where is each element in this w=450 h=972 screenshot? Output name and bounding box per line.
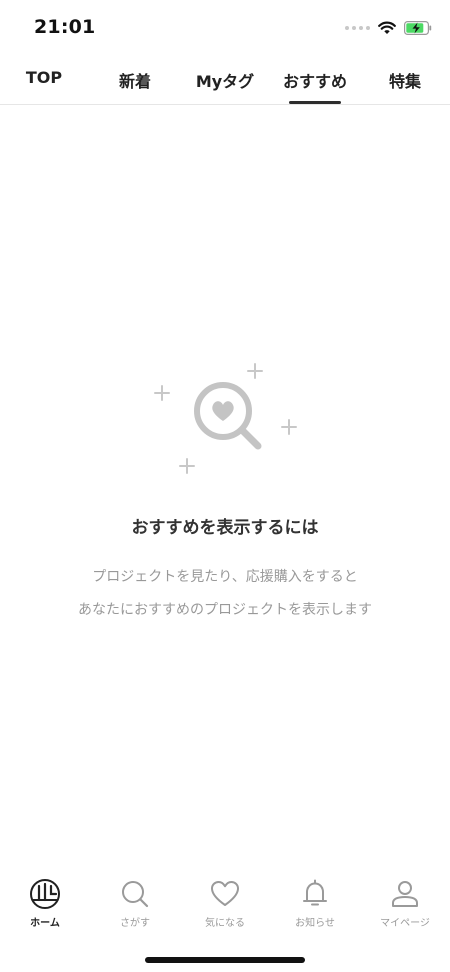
wifi-icon bbox=[378, 21, 396, 34]
nav-search-label: さがす bbox=[120, 918, 150, 929]
home-logo-icon bbox=[30, 879, 60, 909]
nav-notifications[interactable]: お知らせ bbox=[270, 878, 360, 940]
nav-notifications-label: お知らせ bbox=[295, 918, 335, 929]
nav-mypage-label: マイページ bbox=[380, 918, 430, 929]
empty-state-title: おすすめを表示するには bbox=[131, 518, 319, 538]
nav-search[interactable]: さがす bbox=[90, 878, 180, 940]
recommendation-empty-illustration bbox=[154, 363, 297, 474]
bell-icon bbox=[303, 879, 327, 906]
tab-featured[interactable]: 特集 bbox=[380, 68, 430, 92]
tab-top[interactable]: TOP bbox=[20, 68, 68, 92]
search-heart-icon bbox=[194, 382, 262, 450]
nav-home[interactable]: ホーム bbox=[0, 878, 90, 940]
tab-my-tags[interactable]: Myタグ bbox=[190, 68, 260, 92]
nav-home-label: ホーム bbox=[30, 918, 60, 929]
cellular-signal-icon bbox=[345, 26, 370, 30]
user-icon bbox=[392, 881, 418, 907]
status-indicators bbox=[345, 18, 432, 38]
home-indicator[interactable] bbox=[145, 957, 305, 963]
search-icon bbox=[122, 881, 149, 908]
battery-charging-icon bbox=[404, 21, 432, 35]
status-bar: 21:01 bbox=[0, 0, 450, 56]
status-time: 21:01 bbox=[34, 16, 96, 38]
tab-new[interactable]: 新着 bbox=[110, 68, 160, 92]
tab-recommended[interactable]: おすすめ bbox=[279, 68, 351, 92]
nav-mypage[interactable]: マイページ bbox=[360, 878, 450, 940]
top-tab-bar: TOP 新着 Myタグ おすすめ 特集 bbox=[0, 56, 450, 105]
heart-icon bbox=[211, 881, 239, 906]
nav-favorites[interactable]: 気になる bbox=[180, 878, 270, 940]
empty-state-description: あなたにおすすめのプロジェクトを表示します bbox=[78, 602, 372, 618]
bottom-tab-bar: ホーム さがす 気になる お知らせ マイページ bbox=[0, 868, 450, 948]
nav-favorites-label: 気になる bbox=[205, 918, 245, 929]
empty-state-description: プロジェクトを見たり、応援購入をすると bbox=[92, 569, 358, 585]
active-tab-indicator bbox=[289, 101, 341, 104]
